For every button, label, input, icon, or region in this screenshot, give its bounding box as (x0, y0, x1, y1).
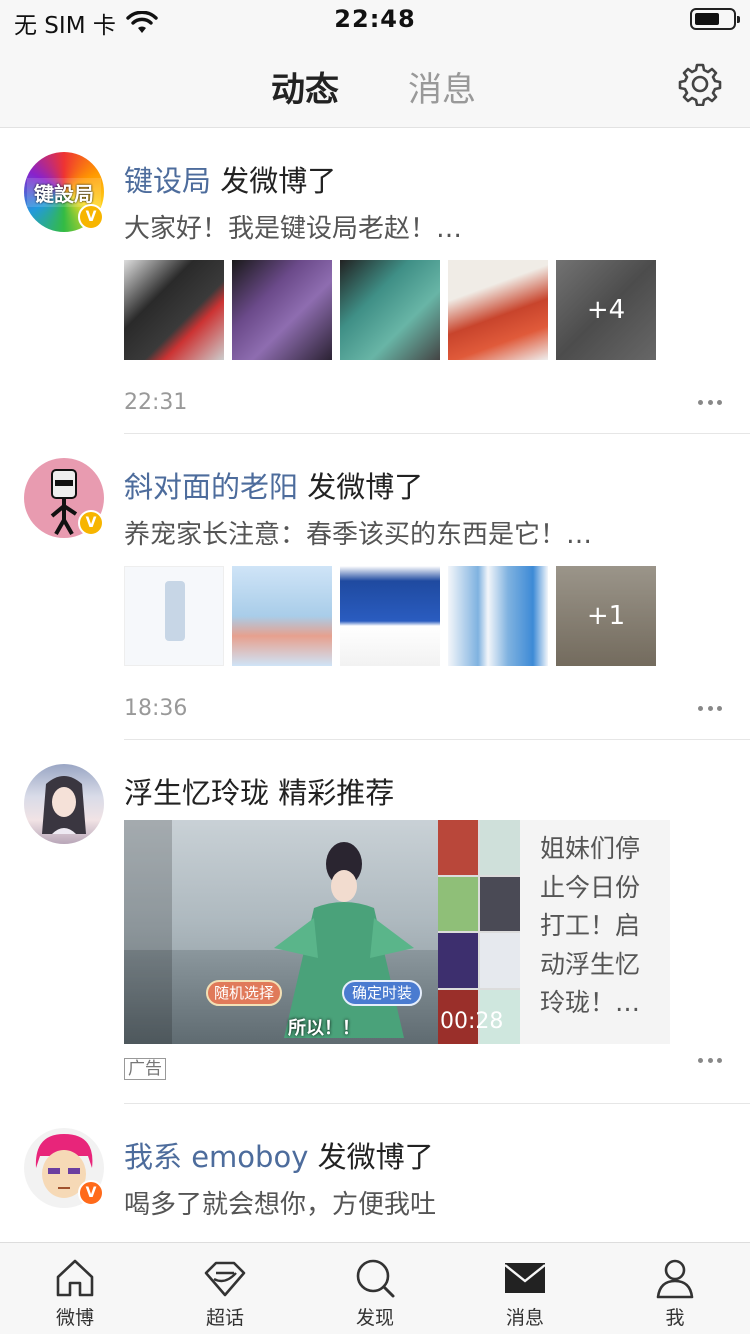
video-duration: 00:28 (440, 1009, 504, 1034)
tab-label: 发现 (355, 1307, 394, 1329)
outfit-thumb (480, 933, 520, 988)
image-thumbnail[interactable] (340, 566, 440, 666)
profile-icon (656, 1259, 694, 1299)
feed-item[interactable]: 键設局 V 键设局 发微博了 大家好！我是键设局老赵！… +4 22:31 (0, 128, 750, 434)
clock: 22:48 (334, 5, 416, 33)
battery-icon (690, 8, 740, 30)
mail-icon (504, 1263, 546, 1293)
post-snippet[interactable]: 大家好！我是键设局老赵！… (124, 208, 462, 245)
product-shape (165, 581, 185, 641)
ad-card[interactable]: 随机选择 确定时装 所以！！ 00:28 姐妹们停止今日份打工！启动浮生忆玲珑！… (124, 820, 670, 1044)
tab-weibo[interactable]: 微博 (0, 1243, 150, 1334)
tab-me[interactable]: 我 (600, 1243, 750, 1334)
username-link[interactable]: 我系 emoboy (124, 1140, 308, 1174)
image-thumbnail-more[interactable]: +1 (556, 566, 656, 666)
more-options-icon[interactable] (698, 706, 722, 712)
bottom-tab-bar: 微博 超话 发现 消息 我 (0, 1242, 750, 1334)
video-side-menu (124, 820, 172, 1044)
post-time: 18:36 (124, 696, 188, 721)
avatar-figure (42, 776, 86, 834)
feed-title: 键设局 发微博了 (124, 158, 336, 200)
action-text: 发微博了 (317, 1140, 434, 1174)
home-icon (56, 1259, 94, 1297)
tab-dynamic-label: 动态 (271, 70, 339, 110)
status-bar: 无 SIM 卡 22:48 (0, 0, 750, 40)
image-thumbnail[interactable] (448, 260, 548, 360)
tab-supertopic[interactable]: 超话 (150, 1243, 300, 1334)
tab-label: 超话 (205, 1307, 244, 1329)
post-snippet[interactable]: 喝多了就会想你，方便我吐 (124, 1184, 436, 1221)
avatar[interactable] (24, 764, 104, 844)
feed-title: 我系 emoboy 发微博了 (124, 1134, 434, 1176)
tab-messages-bottom[interactable]: 消息 (450, 1243, 600, 1334)
gear-icon[interactable] (678, 62, 722, 106)
divider (124, 739, 750, 740)
ad-title[interactable]: 浮生忆玲珑 精彩推荐 (124, 770, 394, 812)
image-grid: +4 (124, 260, 656, 360)
feed-title: 斜对面的老阳 发微博了 (124, 464, 423, 506)
more-count: +4 (556, 260, 656, 360)
random-select-button[interactable]: 随机选择 (206, 980, 282, 1006)
username-link[interactable]: 斜对面的老阳 (124, 470, 298, 504)
diamond-icon (204, 1261, 246, 1297)
image-thumbnail[interactable] (124, 260, 224, 360)
tab-messages-label: 消息 (408, 70, 476, 110)
verified-badge-icon: V (78, 510, 104, 536)
confirm-outfit-button[interactable]: 确定时装 (342, 980, 422, 1006)
post-time: 22:31 (124, 390, 188, 415)
video-caption: 所以！！ (288, 1018, 360, 1039)
more-count: +1 (556, 566, 656, 666)
divider (124, 1103, 750, 1104)
video-player[interactable]: 随机选择 确定时装 所以！！ 00:28 (124, 820, 520, 1044)
ad-description: 姐妹们停止今日份打工！启动浮生忆玲珑！… (540, 834, 641, 1017)
outfit-thumb (438, 876, 478, 931)
tab-label: 我 (665, 1307, 685, 1329)
image-thumbnail[interactable] (124, 566, 224, 666)
tab-label: 消息 (505, 1307, 544, 1329)
image-thumbnail-more[interactable]: +4 (556, 260, 656, 360)
image-thumbnail[interactable] (232, 566, 332, 666)
more-options-icon[interactable] (698, 400, 722, 406)
image-thumbnail[interactable] (448, 566, 548, 666)
top-nav: 动态 消息 (0, 40, 750, 128)
action-text: 发微博了 (307, 470, 424, 504)
image-grid: +1 (124, 566, 656, 666)
outfit-thumb (438, 933, 478, 988)
outfit-thumb (438, 820, 478, 875)
image-thumbnail[interactable] (340, 260, 440, 360)
tab-discover[interactable]: 发现 (300, 1243, 450, 1334)
username-link[interactable]: 键设局 (124, 164, 211, 198)
feed-list[interactable]: 键設局 V 键设局 发微博了 大家好！我是键设局老赵！… +4 22:31 V … (0, 128, 750, 1242)
verified-badge-icon: V (78, 204, 104, 230)
image-thumbnail[interactable] (232, 260, 332, 360)
outfit-thumb (480, 876, 520, 931)
outfit-thumb (480, 820, 520, 875)
avatar-logo-text: 键設局 (27, 178, 101, 207)
ad-label: 广告 (124, 1058, 166, 1080)
tab-dynamic[interactable]: 动态 (271, 62, 345, 119)
tab-label: 微博 (55, 1307, 94, 1329)
search-icon (356, 1259, 395, 1298)
more-options-icon[interactable] (698, 1058, 722, 1064)
verified-badge-icon: V (78, 1180, 104, 1206)
tab-messages[interactable]: 消息 (408, 62, 476, 111)
feed-item[interactable]: V 斜对面的老阳 发微博了 养宠家长注意：春季该买的东西是它！… +1 18:3… (0, 434, 750, 740)
action-text: 发微博了 (220, 164, 337, 198)
post-snippet[interactable]: 养宠家长注意：春季该买的东西是它！… (124, 514, 592, 551)
